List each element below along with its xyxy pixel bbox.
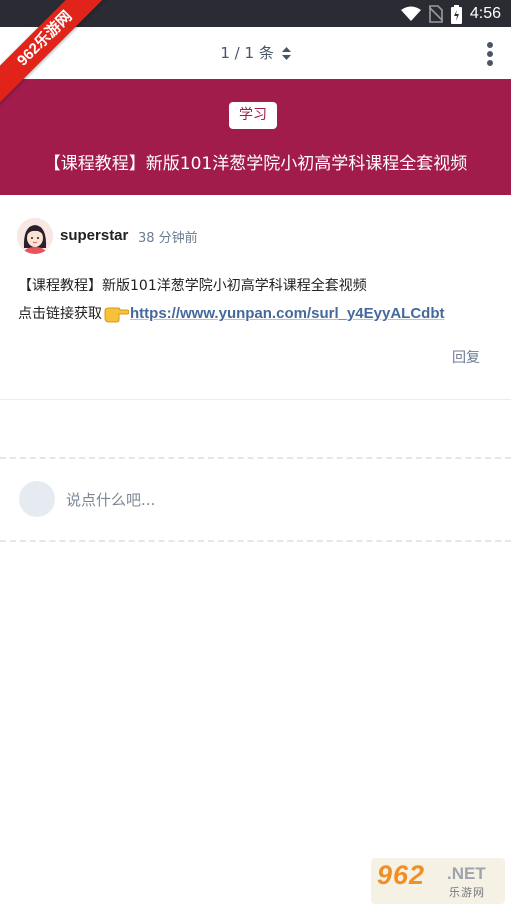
- avatar[interactable]: [17, 218, 53, 254]
- watermark-net: .NET: [447, 864, 486, 883]
- page-counter[interactable]: 1 / 1 条: [0, 42, 511, 63]
- post-text-line: 【课程教程】新版101洋葱学院小初高学科课程全套视频: [18, 278, 367, 294]
- post-link-line: 点击链接获取 https://www.yunpan.com/surl_y4Eyy…: [18, 303, 445, 323]
- topic-title: 【课程教程】新版101洋葱学院小初高学科课程全套视频: [43, 154, 468, 174]
- no-sim-icon: [428, 5, 443, 23]
- battery-icon: [450, 4, 462, 24]
- watermark-number: 962: [377, 860, 426, 890]
- topic-banner: 学习 【课程教程】新版101洋葱学院小初高学科课程全套视频: [0, 79, 511, 195]
- page-counter-label: 1 / 1 条: [220, 44, 274, 62]
- status-bar: 4:56: [0, 0, 511, 27]
- category-tag[interactable]: 学习: [229, 102, 277, 129]
- more-vertical-icon[interactable]: [485, 41, 495, 67]
- wifi-icon: [400, 6, 421, 21]
- avatar-illustration: [17, 218, 53, 254]
- watermark-site-name: 乐游网: [449, 886, 485, 899]
- user-avatar-placeholder: [19, 481, 55, 517]
- comment-input-placeholder[interactable]: 说点什么吧...: [66, 489, 155, 510]
- pointing-hand-icon: [104, 307, 129, 323]
- site-watermark: 962 .NET 乐游网: [371, 858, 505, 904]
- author-name[interactable]: superstar: [60, 227, 128, 244]
- share-link[interactable]: https://www.yunpan.com/surl_y4EyyALCdbt: [130, 305, 445, 322]
- nav-bar: 1 / 1 条: [0, 27, 511, 79]
- sort-caret-icon: [281, 47, 291, 60]
- reply-button[interactable]: 回复: [452, 347, 480, 367]
- status-icons: 4:56: [400, 4, 501, 24]
- post-time: 38 分钟前: [138, 231, 198, 246]
- comment-box[interactable]: 说点什么吧...: [0, 457, 511, 542]
- link-prefix: 点击链接获取: [18, 306, 102, 322]
- status-time: 4:56: [469, 5, 501, 22]
- post-card: superstar 38 分钟前 【课程教程】新版101洋葱学院小初高学科课程全…: [0, 195, 511, 400]
